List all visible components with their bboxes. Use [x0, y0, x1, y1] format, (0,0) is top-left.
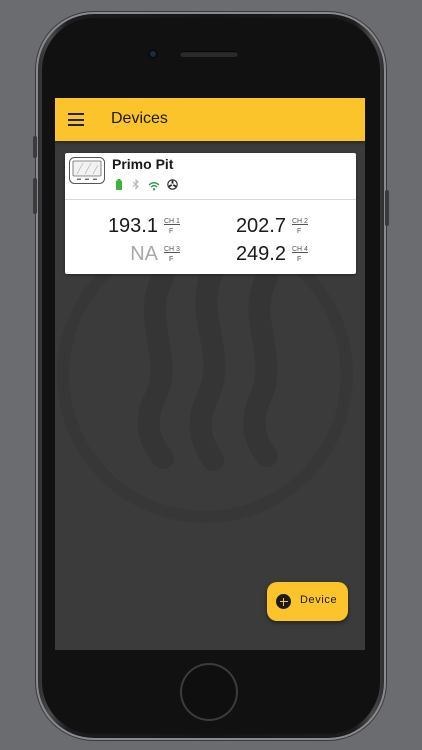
channel-meta: CH 4 F — [292, 245, 308, 265]
wifi-icon — [148, 178, 160, 196]
app-screen: Devices Primo Pit 193.1 CH 1 F 202.7 CH … — [55, 98, 365, 650]
side-button — [385, 190, 389, 226]
channel-2-reading: 202.7 CH 2 F — [233, 215, 309, 239]
temperature-value: 202.7 — [235, 215, 286, 237]
add-circle-icon — [276, 594, 291, 609]
channel-label: CH 4 — [292, 246, 308, 253]
temperature-value: NA — [130, 243, 158, 265]
channel-label: CH 3 — [164, 246, 180, 253]
unit-label: F — [169, 256, 174, 263]
channel-label: CH 1 — [164, 218, 180, 225]
app-bar: Devices — [55, 98, 365, 141]
unit-label: F — [297, 228, 302, 235]
front-camera — [148, 49, 158, 59]
channel-meta: CH 1 F — [164, 217, 180, 237]
channel-meta: CH 3 F — [164, 245, 180, 265]
volume-down-button — [33, 178, 37, 214]
earpiece-speaker — [180, 51, 238, 57]
unit-label: F — [297, 256, 302, 263]
volume-up-button — [33, 136, 37, 158]
fan-icon — [167, 177, 178, 195]
add-device-label: Device — [300, 594, 338, 606]
channel-3-reading: NA CH 3 F — [105, 243, 181, 267]
add-device-button[interactable]: Device — [267, 582, 348, 621]
bluetooth-icon — [132, 177, 140, 195]
thermometer-device-icon — [69, 157, 105, 184]
channel-meta: CH 2 F — [292, 217, 308, 237]
hamburger-menu-icon[interactable] — [68, 113, 84, 126]
temperature-value: 193.1 — [107, 215, 158, 237]
card-divider — [65, 199, 356, 200]
device-name: Primo Pit — [112, 156, 174, 172]
temperature-value: 249.2 — [235, 243, 286, 265]
device-card[interactable]: Primo Pit 193.1 CH 1 F 202.7 CH 2 F NA C… — [65, 153, 356, 274]
channel-1-reading: 193.1 CH 1 F — [105, 215, 181, 239]
home-button[interactable] — [182, 665, 236, 719]
channel-4-reading: 249.2 CH 4 F — [233, 243, 309, 267]
battery-icon — [116, 177, 122, 195]
page-title: Devices — [111, 110, 168, 127]
unit-label: F — [169, 228, 174, 235]
channel-label: CH 2 — [292, 218, 308, 225]
